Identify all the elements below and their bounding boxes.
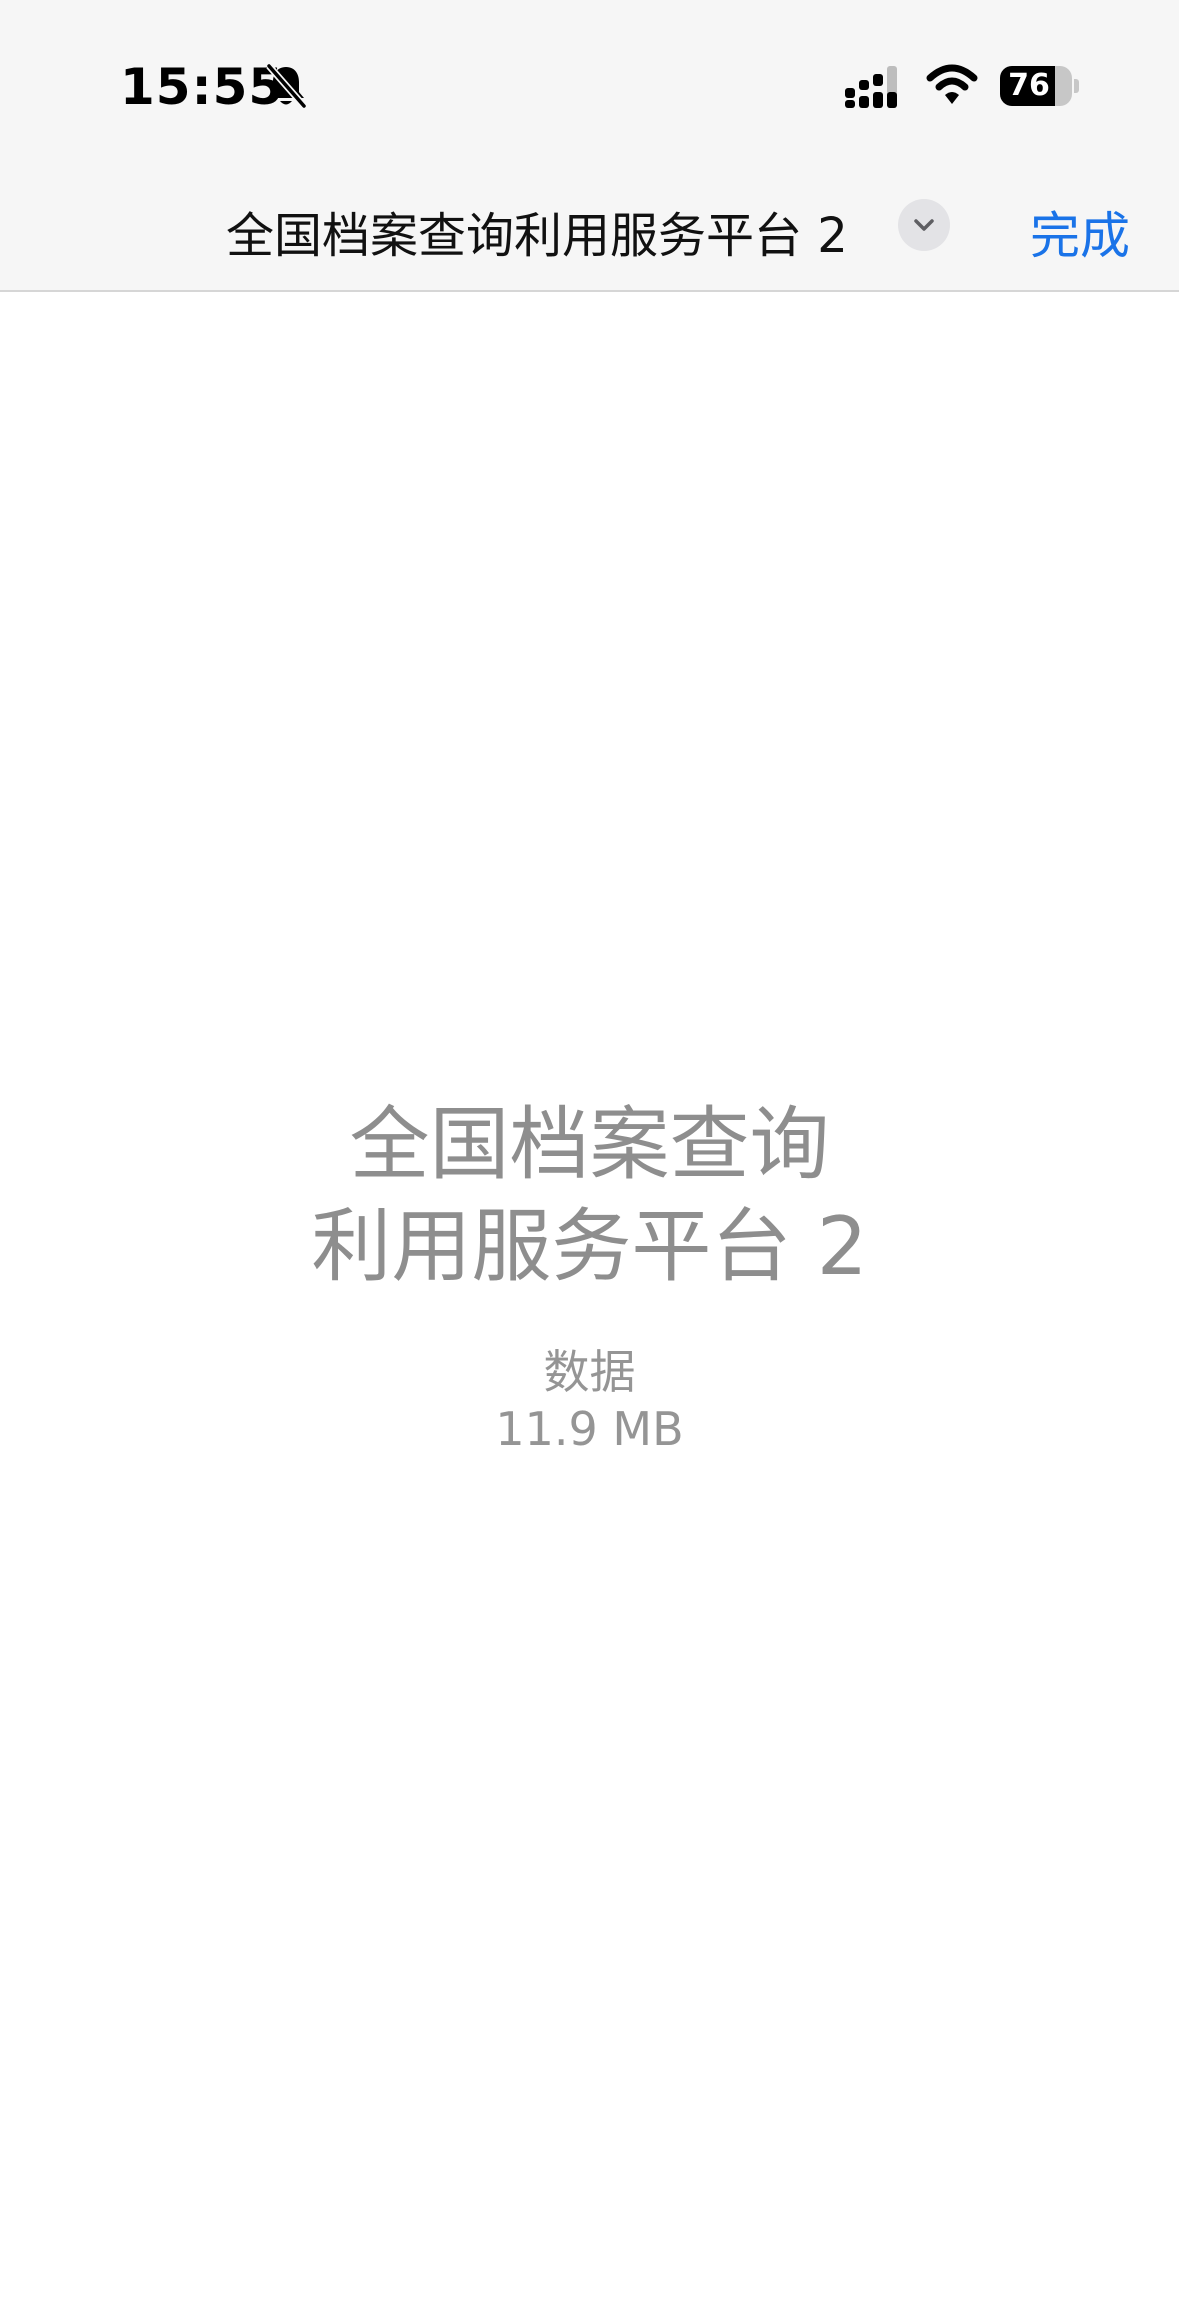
document-title-line-2: 利用服务平台 2 (311, 1200, 868, 1293)
wifi-icon (926, 64, 978, 104)
document-size: 11.9 MB (495, 1402, 684, 1456)
document-type-label: 数据 (543, 1345, 636, 1399)
cellular-signal-icon (845, 66, 897, 108)
battery-icon: 76 (1000, 66, 1080, 106)
title-menu-button[interactable] (898, 199, 950, 251)
document-title: 全国档案查询 利用服务平台 2 (0, 1094, 1179, 1298)
top-bar: 15:55 76 全国档案查询利用服务平台 2 完成 (0, 0, 1179, 292)
status-time: 15:55 (120, 58, 285, 116)
done-button[interactable]: 完成 (1030, 196, 1130, 268)
document-title-line-1: 全国档案查询 (349, 1098, 830, 1191)
chevron-down-icon (914, 219, 934, 231)
battery-level: 76 (1008, 68, 1050, 103)
nav-title: 全国档案查询利用服务平台 2 (226, 208, 848, 264)
bell-off-icon (266, 63, 307, 109)
